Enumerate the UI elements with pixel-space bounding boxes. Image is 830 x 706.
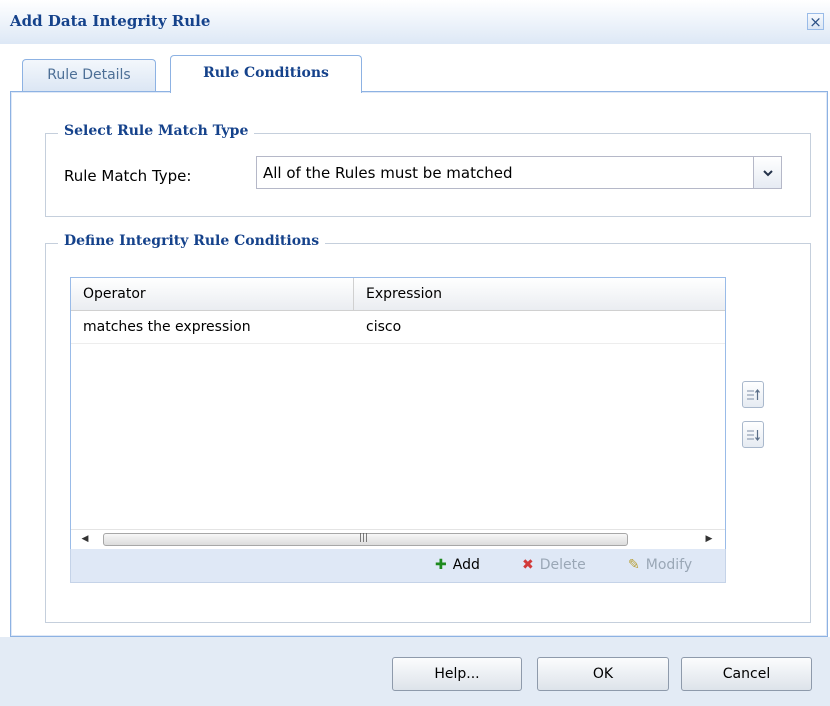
define-integrity-rule-conditions-fieldset: Define Integrity Rule Conditions Operato… (45, 233, 811, 623)
close-button[interactable]: × (807, 13, 824, 30)
help-button[interactable]: Help... (392, 657, 522, 691)
expression-cell: cisco (366, 319, 402, 335)
delete-label: Delete (539, 557, 586, 573)
column-header-operator[interactable]: Operator (71, 278, 354, 310)
delete-button[interactable]: ✖ Delete (522, 557, 586, 573)
grid-header: Operator Expression (71, 278, 725, 311)
dialog-titlebar[interactable]: Add Data Integrity Rule × (0, 0, 830, 44)
combo-trigger-button[interactable] (753, 157, 781, 188)
tab-rule-details[interactable]: Rule Details (22, 59, 156, 92)
rule-conditions-panel: Select Rule Match Type Rule Match Type: … (12, 93, 826, 635)
tab-label: Rule Details (47, 67, 131, 83)
tab-rule-conditions[interactable]: Rule Conditions (170, 55, 362, 93)
grid-toolbar: ✚ Add ✖ Delete ✎ Modify (70, 549, 726, 583)
delete-icon: ✖ (522, 557, 534, 573)
rule-match-type-label: Rule Match Type: (64, 167, 192, 185)
cancel-button[interactable]: Cancel (681, 657, 812, 691)
modify-label: Modify (645, 557, 693, 573)
move-up-button[interactable] (742, 381, 764, 408)
fieldset-legend: Define Integrity Rule Conditions (58, 233, 326, 249)
add-data-integrity-rule-dialog: Add Data Integrity Rule × Rule Details R… (0, 0, 830, 706)
scroll-right-arrow-icon[interactable]: ▶ (701, 532, 717, 546)
add-button[interactable]: ✚ Add (435, 557, 480, 573)
column-header-expression[interactable]: Expression (354, 278, 725, 310)
tab-body: Select Rule Match Type Rule Match Type: … (10, 91, 828, 637)
scrollbar-thumb[interactable]: ||| (103, 533, 628, 546)
operator-cell: matches the expression (83, 319, 251, 335)
scrollbar-grip-icon: ||| (359, 533, 369, 543)
add-icon: ✚ (435, 557, 447, 573)
add-label: Add (452, 557, 480, 573)
table-row[interactable]: matches the expression cisco (71, 311, 725, 344)
dialog-title: Add Data Integrity Rule (10, 12, 211, 30)
pencil-icon: ✎ (628, 557, 640, 573)
move-down-icon (747, 429, 760, 441)
ok-button[interactable]: OK (537, 657, 669, 691)
close-icon: × (809, 13, 822, 31)
modify-button[interactable]: ✎ Modify (628, 557, 692, 573)
chevron-down-icon (762, 170, 773, 177)
rule-match-type-value: All of the Rules must be matched (263, 164, 513, 182)
rule-match-type-select[interactable]: All of the Rules must be matched (256, 156, 782, 189)
move-up-icon (747, 388, 760, 400)
horizontal-scrollbar[interactable]: ◀ ||| ▶ (71, 529, 725, 549)
scroll-left-arrow-icon[interactable]: ◀ (77, 532, 93, 546)
tab-label: Rule Conditions (203, 65, 329, 81)
conditions-grid: Operator Expression matches the expressi… (70, 277, 726, 549)
move-down-button[interactable] (742, 421, 764, 448)
select-rule-match-type-fieldset: Select Rule Match Type Rule Match Type: … (45, 123, 811, 217)
dialog-footer: Help... OK Cancel (0, 637, 830, 706)
fieldset-legend: Select Rule Match Type (58, 123, 255, 139)
